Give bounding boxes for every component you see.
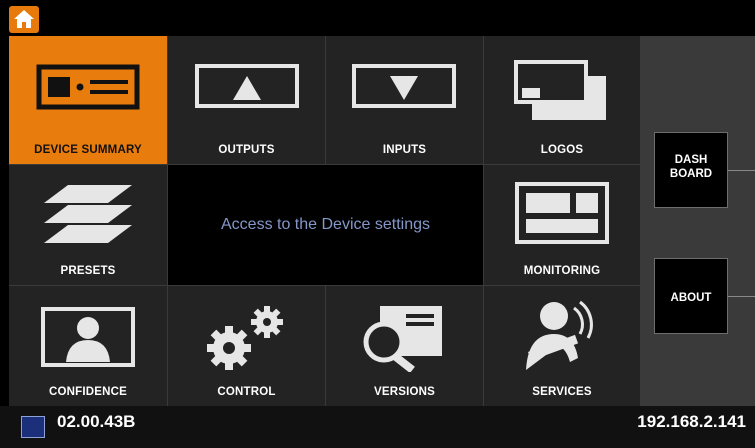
tile-label: SERVICES <box>532 386 592 398</box>
home-button[interactable] <box>9 6 39 33</box>
tile-label: OUTPUTS <box>218 144 275 156</box>
top-bar <box>0 0 755 36</box>
divider <box>728 170 755 171</box>
tile-label: CONTROL <box>217 386 276 398</box>
tile-logos[interactable]: LOGOS <box>484 36 640 164</box>
tile-label: LOGOS <box>540 144 584 156</box>
tile-label: VERSIONS <box>373 386 436 398</box>
tile-confidence[interactable]: CONFIDENCE <box>9 286 167 406</box>
tile-outputs[interactable]: OUTPUTS <box>168 36 325 164</box>
layers-icon <box>44 185 132 243</box>
magnifier-document-icon <box>363 306 442 372</box>
tile-services[interactable]: SERVICES <box>484 286 640 406</box>
ip-address: 192.168.2.141 <box>637 412 746 431</box>
tile-presets[interactable]: PRESETS <box>9 165 167 285</box>
logos-icon <box>514 60 606 120</box>
tile-inputs[interactable]: INPUTS <box>326 36 483 164</box>
tile-label: CONFIDENCE <box>48 386 128 398</box>
tile-control[interactable]: CONTROL <box>168 286 325 406</box>
dashboard-label: DASH BOARD <box>669 154 713 180</box>
firmware-version: 02.00.43B <box>57 412 136 431</box>
dashboard-button[interactable]: DASH BOARD <box>654 132 728 208</box>
tile-versions[interactable]: VERSIONS <box>326 286 483 406</box>
tile-device-summary[interactable]: DEVICE SUMMARY <box>9 36 167 164</box>
input-arrow-icon <box>352 64 456 108</box>
info-text: Access to the Device settings <box>221 216 430 233</box>
divider <box>728 296 755 297</box>
home-icon <box>14 10 34 28</box>
side-panel: DASH BOARD ABOUT <box>641 36 755 406</box>
device-icon <box>36 64 140 110</box>
info-panel: Access to the Device settings <box>168 165 483 285</box>
tile-label: MONITORING <box>523 265 601 277</box>
about-button[interactable]: ABOUT <box>654 258 728 334</box>
tile-label: DEVICE SUMMARY <box>34 144 142 156</box>
tile-monitoring[interactable]: MONITORING <box>484 165 640 285</box>
output-arrow-icon <box>195 64 299 108</box>
tile-label: PRESETS <box>60 265 116 277</box>
monitor-layout-icon <box>515 182 609 244</box>
person-screen-icon <box>41 307 135 367</box>
tile-label: INPUTS <box>382 144 427 156</box>
gears-icon <box>207 306 283 370</box>
device-logo-icon <box>21 416 45 438</box>
about-label: ABOUT <box>670 292 712 304</box>
service-person-icon <box>526 300 593 370</box>
